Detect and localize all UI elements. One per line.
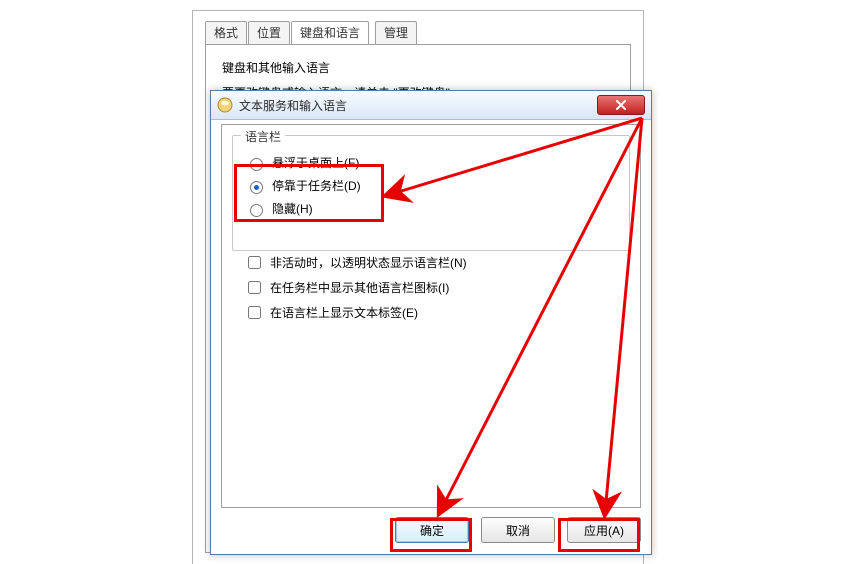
radio-dock-taskbar[interactable]: 停靠于任务栏(D) [245,177,617,194]
text-services-dialog: 文本服务和输入语言 常规 语言栏 高级键设置 语言栏 悬浮于桌面上(F) 停靠于… [210,90,652,555]
check-extra-icons-input[interactable] [248,281,261,294]
dialog-button-row: 确定 取消 应用(A) [221,514,641,546]
back-tab-admin[interactable]: 管理 [375,21,417,44]
radio-dock-taskbar-label: 停靠于任务栏(D) [272,177,361,194]
radio-hidden-input[interactable] [250,204,263,217]
radio-hidden-label: 隐藏(H) [272,200,313,217]
back-tab-location[interactable]: 位置 [248,21,290,44]
check-text-labels-input[interactable] [248,306,261,319]
dialog-icon [217,97,233,113]
dialog-tab-page: 语言栏 悬浮于桌面上(F) 停靠于任务栏(D) 隐藏(H) 非活动时，以透明 [221,124,641,508]
apply-button[interactable]: 应用(A) [567,517,641,543]
back-heading: 键盘和其他输入语言 [222,59,614,76]
check-extra-icons[interactable]: 在任务栏中显示其他语言栏图标(I) [244,278,467,297]
group-title: 语言栏 [241,128,285,145]
dialog-titlebar[interactable]: 文本服务和输入语言 [211,91,651,120]
radio-float-desktop-input[interactable] [250,158,263,171]
check-transparent-inactive[interactable]: 非活动时，以透明状态显示语言栏(N) [244,253,467,272]
cancel-button[interactable]: 取消 [481,517,555,543]
back-tab-keyboard-language[interactable]: 键盘和语言 [291,21,369,45]
check-transparent-inactive-label: 非活动时，以透明状态显示语言栏(N) [270,254,467,271]
close-button[interactable] [597,95,645,115]
checkbox-area: 非活动时，以透明状态显示语言栏(N) 在任务栏中显示其他语言栏图标(I) 在语言… [244,247,467,328]
radio-dock-taskbar-input[interactable] [250,181,263,194]
radio-float-desktop[interactable]: 悬浮于桌面上(F) [245,154,617,171]
back-tab-strip: 格式 位置 键盘和语言 管理 [193,21,643,45]
radio-hidden[interactable]: 隐藏(H) [245,200,617,217]
check-text-labels[interactable]: 在语言栏上显示文本标签(E) [244,303,467,322]
check-transparent-inactive-input[interactable] [248,256,261,269]
ok-button[interactable]: 确定 [395,517,469,543]
back-tab-format[interactable]: 格式 [205,21,247,44]
check-extra-icons-label: 在任务栏中显示其他语言栏图标(I) [270,279,449,296]
radio-float-desktop-label: 悬浮于桌面上(F) [272,154,359,171]
dialog-title: 文本服务和输入语言 [239,97,597,114]
language-bar-group: 语言栏 悬浮于桌面上(F) 停靠于任务栏(D) 隐藏(H) [232,135,630,251]
check-text-labels-label: 在语言栏上显示文本标签(E) [270,304,418,321]
